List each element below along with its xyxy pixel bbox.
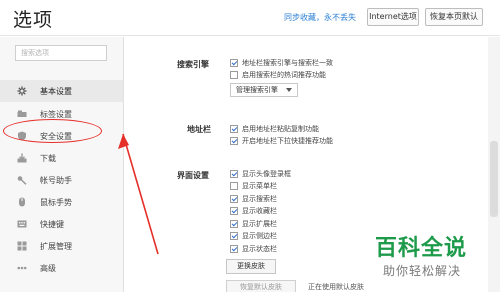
sync-link[interactable]: 同步收藏，永不丢失 [284, 12, 356, 23]
section-title-search-engine: 搜索引擎 [177, 60, 209, 69]
option-menu-bar[interactable]: 显示菜单栏 [230, 180, 277, 191]
option-label: 启用地址栏粘贴复制功能 [242, 124, 319, 133]
select-value: 管理搜索引擎 [236, 86, 278, 94]
scrollbar-thumb[interactable] [490, 141, 498, 217]
sidebar-item-extensions[interactable]: 扩展管理 [0, 235, 123, 257]
section-title-ui: 界面设置 [177, 171, 209, 180]
sidebar-item-shortcuts[interactable]: 快捷键 [0, 213, 123, 235]
option-label: 显示搜索栏 [242, 194, 277, 203]
option-avatar-login[interactable]: 显示头像登录框 [230, 168, 291, 179]
sidebar-item-download[interactable]: 下载 [0, 147, 123, 169]
advanced-icon [17, 263, 27, 273]
internet-options-button[interactable]: Internet选项 [367, 8, 419, 26]
key-icon [17, 175, 27, 185]
annotation-ring [3, 119, 102, 143]
option-favorites-bar[interactable]: 显示收藏栏 [230, 205, 277, 216]
checkbox[interactable] [230, 219, 238, 228]
header-bar: 选项 同步收藏，永不丢失 Internet选项 恢复本页默认 [0, 0, 500, 36]
option-hotword[interactable]: 启用搜索栏的热词推荐功能 [230, 69, 326, 80]
option-engine-sync[interactable]: 地址栏搜索引擎与搜索栏一致 [230, 57, 333, 68]
change-skin-button[interactable]: 更换皮肤 [226, 259, 276, 274]
sidebar-item-advanced[interactable]: 高级 [0, 257, 123, 279]
tab-icon [17, 109, 27, 119]
option-label: 显示菜单栏 [242, 181, 277, 190]
sidebar: 搜索选项 基本设置 标签设置 安全设置 下载 帐号助手 鼠标手势 快捷键 扩展管… [0, 37, 124, 292]
option-label: 地址栏搜索引擎与搜索栏一致 [242, 58, 333, 67]
checkbox[interactable] [230, 231, 238, 240]
option-sidebar-bar[interactable]: 显示侧边栏 [230, 230, 277, 241]
sidebar-item-account[interactable]: 帐号助手 [0, 169, 123, 191]
manage-search-engine-select[interactable]: 管理搜索引擎 [230, 83, 298, 97]
option-extension-bar[interactable]: 显示扩展栏 [230, 218, 277, 229]
sidebar-item-label: 鼠标手势 [40, 197, 72, 207]
option-label: 显示扩展栏 [242, 219, 277, 228]
sidebar-item-gestures[interactable]: 鼠标手势 [0, 191, 123, 213]
checkbox[interactable] [230, 70, 238, 79]
sidebar-item-basic[interactable]: 基本设置 [0, 80, 123, 102]
checkbox[interactable] [230, 194, 238, 203]
mouse-icon [17, 197, 27, 207]
page-title: 选项 [13, 9, 54, 31]
sidebar-item-label: 标签设置 [40, 109, 72, 119]
sidebar-item-label: 快捷键 [40, 219, 64, 229]
checkbox[interactable] [230, 206, 238, 215]
option-label: 启用搜索栏的热词推荐功能 [242, 70, 326, 79]
option-label: 显示状态栏 [242, 244, 277, 253]
sidebar-item-label: 基本设置 [40, 86, 72, 96]
sidebar-item-label: 扩展管理 [40, 241, 72, 251]
extension-icon [17, 241, 27, 251]
checkbox[interactable] [230, 124, 238, 133]
checkbox[interactable] [230, 181, 238, 190]
option-label: 显示头像登录框 [242, 169, 291, 178]
option-label: 开启地址栏下拉快捷推荐功能 [242, 136, 333, 145]
gear-icon [17, 86, 27, 96]
sidebar-item-label: 下载 [40, 153, 56, 163]
skin-status-text: 正在使用默认皮肤 [308, 283, 364, 291]
search-input[interactable]: 搜索选项 [15, 45, 107, 61]
section-title-address-bar: 地址栏 [187, 125, 211, 134]
download-icon [17, 153, 27, 163]
keyboard-icon [17, 219, 27, 229]
checkbox[interactable] [230, 244, 238, 253]
checkbox[interactable] [230, 58, 238, 67]
watermark-title: 百科全说 [375, 236, 468, 261]
watermark-subtitle: 助你轻松解决 [383, 264, 462, 278]
sidebar-item-label: 高级 [40, 263, 56, 273]
option-dropdown-suggest[interactable]: 开启地址栏下拉快捷推荐功能 [230, 135, 333, 146]
option-label: 显示收藏栏 [242, 206, 277, 215]
option-search-bar[interactable]: 显示搜索栏 [230, 193, 277, 204]
option-status-bar[interactable]: 显示状态栏 [230, 243, 277, 254]
sidebar-item-label: 帐号助手 [40, 175, 72, 185]
option-paste-copy[interactable]: 启用地址栏粘贴复制功能 [230, 123, 319, 134]
chevron-down-icon [286, 88, 292, 92]
default-skin-button[interactable]: 恢复默认皮肤 [226, 280, 296, 292]
checkbox[interactable] [230, 169, 238, 178]
option-label: 显示侧边栏 [242, 231, 277, 240]
reset-defaults-button[interactable]: 恢复本页默认 [425, 8, 483, 26]
checkbox[interactable] [230, 136, 238, 145]
